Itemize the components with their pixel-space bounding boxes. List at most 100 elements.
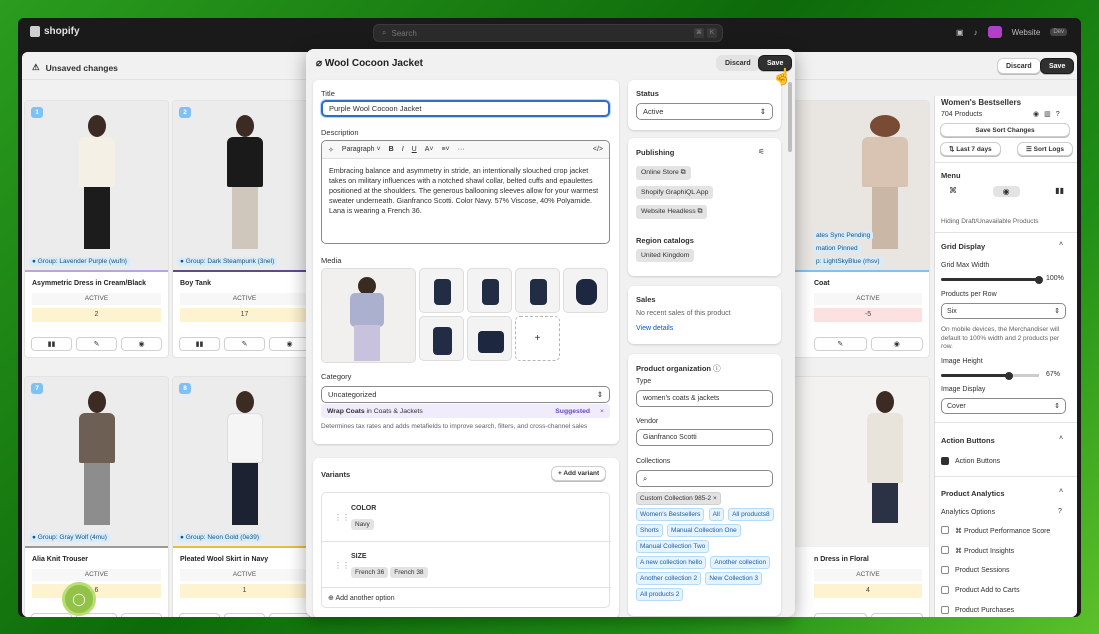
chevron-up-icon[interactable]: ˄ bbox=[1059, 241, 1063, 248]
underline-icon[interactable]: U bbox=[412, 146, 417, 153]
type-input[interactable]: women's coats & jackets bbox=[636, 390, 773, 407]
edit-icon[interactable]: ✎ bbox=[76, 337, 117, 351]
action-buttons-checkbox[interactable] bbox=[941, 457, 949, 465]
edit-icon[interactable]: ✎ bbox=[814, 613, 867, 617]
view-icon[interactable]: ◉ bbox=[121, 613, 162, 617]
collection-tag[interactable]: Custom Collection 985-2 × bbox=[636, 492, 721, 505]
collection-tag[interactable]: Another collection 2 bbox=[636, 572, 702, 585]
category-select[interactable]: Uncategorized ⇕ bbox=[321, 386, 610, 403]
collection-tag[interactable]: Shorts bbox=[636, 524, 663, 537]
italic-icon[interactable]: I bbox=[402, 146, 404, 153]
add-media-button[interactable]: + bbox=[515, 316, 560, 361]
analytics-icon[interactable]: ▮▮ bbox=[31, 613, 72, 617]
view-icon[interactable]: ◉ bbox=[121, 337, 162, 351]
info-icon[interactable]: ⓘ bbox=[713, 364, 721, 373]
media-thumbnail[interactable] bbox=[467, 316, 512, 361]
collection-tag[interactable]: Women's Bestsellers bbox=[636, 508, 705, 521]
category-suggestion[interactable]: Wrap Coats in Coats & Jackets Suggested … bbox=[321, 404, 610, 418]
product-card[interactable]: 8 ● Group: Neon Gold (0e39) Pleated Wool… bbox=[172, 376, 317, 617]
code-icon[interactable]: </> bbox=[593, 146, 603, 153]
store-name[interactable]: Website bbox=[1012, 28, 1041, 37]
add-variant-button[interactable]: + Add variant bbox=[551, 466, 607, 481]
collection-tag[interactable]: New Collection 3 bbox=[705, 572, 763, 585]
view-icon[interactable]: ◉ bbox=[269, 613, 310, 617]
edit-icon[interactable]: ✎ bbox=[814, 337, 867, 351]
analytics-icon[interactable]: ▮▮ bbox=[179, 613, 220, 617]
product-card[interactable]: 7 ● Group: Gray Wolf (4mu) Alia Knit Tro… bbox=[24, 376, 169, 617]
collection-tag[interactable]: All bbox=[708, 508, 724, 521]
dismiss-icon[interactable]: × bbox=[600, 408, 604, 415]
align-icon[interactable]: ≡˅ bbox=[441, 146, 449, 153]
product-card[interactable]: 1 ● Group: Lavender Purple (wufn) Asymme… bbox=[24, 100, 169, 358]
analytics-checkbox[interactable] bbox=[941, 606, 949, 614]
image-display-select[interactable]: Cover ⇕ bbox=[941, 398, 1066, 414]
edit-icon[interactable]: ✎ bbox=[224, 337, 265, 351]
magic-icon[interactable]: ✧ bbox=[328, 146, 334, 154]
text-color-icon[interactable]: A˅ bbox=[425, 146, 434, 153]
analytics-checkbox[interactable] bbox=[941, 526, 949, 534]
analytics-checkbox[interactable] bbox=[941, 546, 949, 554]
search-bar[interactable]: ⌕ Search ⌘ K bbox=[373, 24, 723, 42]
drag-handle-icon[interactable]: ⋮⋮ bbox=[334, 561, 350, 570]
drag-handle-icon[interactable]: ⋮⋮ bbox=[334, 513, 350, 522]
add-option-button[interactable]: ⊕ Add another option bbox=[328, 594, 395, 602]
collection-tag[interactable]: Manual Collection Two bbox=[636, 540, 710, 553]
collection-tag[interactable]: A new collection hello bbox=[636, 556, 707, 569]
media-main-image[interactable] bbox=[321, 268, 416, 363]
product-card[interactable]: n Dress in Floral ACTIVE 4 ✎◉ bbox=[782, 376, 930, 617]
media-thumbnail[interactable] bbox=[419, 268, 464, 313]
media-thumbnail[interactable] bbox=[515, 268, 560, 313]
chat-icon[interactable]: ◯ bbox=[62, 582, 96, 616]
collection-tag[interactable]: All products8 bbox=[728, 508, 774, 521]
image-height-slider[interactable] bbox=[941, 374, 1009, 377]
analytics-icon[interactable]: ▮▮ bbox=[31, 337, 72, 351]
eye-icon[interactable]: ◉ bbox=[992, 186, 1020, 197]
view-icon[interactable]: ◉ bbox=[870, 337, 923, 351]
chevron-up-icon[interactable]: ˄ bbox=[1059, 435, 1063, 442]
modal-discard-button[interactable]: Discard bbox=[716, 55, 760, 71]
slider-handle[interactable] bbox=[1005, 372, 1013, 380]
product-card[interactable]: ates Sync Pending mation Pinned p: Light… bbox=[782, 100, 930, 358]
view-icon[interactable]: ◉ bbox=[269, 337, 310, 351]
bold-icon[interactable]: B bbox=[389, 146, 394, 153]
sort-logs-button[interactable]: ☰ Sort Logs bbox=[1017, 142, 1073, 156]
last-7-days-button[interactable]: ⇅ Last 7 days bbox=[940, 142, 1001, 156]
media-thumbnail[interactable] bbox=[563, 268, 608, 313]
view-details-link[interactable]: View details bbox=[636, 325, 673, 332]
store-icon[interactable]: ▣ bbox=[956, 28, 964, 37]
analytics-icon[interactable]: ▮▮ bbox=[179, 337, 220, 351]
slider-handle[interactable] bbox=[1035, 276, 1043, 284]
product-card[interactable]: 2 ● Group: Dark Steampunk (3nel) Boy Tan… bbox=[172, 100, 317, 358]
save-button[interactable]: Save bbox=[1040, 58, 1075, 74]
help-icon[interactable]: ? bbox=[1058, 508, 1062, 515]
description-editor[interactable]: ✧ Paragraph ˅ B I U A˅ ≡˅ ··· </> Embrac… bbox=[321, 140, 610, 244]
per-row-select[interactable]: Six ⇕ bbox=[941, 303, 1066, 319]
vendor-input[interactable]: Gianfranco Scotti bbox=[636, 429, 773, 446]
save-sort-button[interactable]: Save Sort Changes bbox=[940, 123, 1070, 137]
discard-button[interactable]: Discard bbox=[997, 58, 1041, 74]
edit-icon[interactable]: ✎ bbox=[224, 613, 265, 617]
more-icon[interactable]: ··· bbox=[458, 146, 465, 153]
bell-icon[interactable]: ♪ bbox=[974, 28, 978, 37]
chart-icon[interactable]: ▮▮ bbox=[1055, 186, 1064, 197]
header-icons[interactable]: ◉▥? bbox=[1033, 110, 1065, 118]
collection-tag[interactable]: Another collection bbox=[710, 556, 771, 569]
status-select[interactable]: Active ⇕ bbox=[636, 103, 773, 120]
shopify-logo[interactable]: shopify bbox=[30, 26, 80, 37]
pin-icon[interactable]: ⌘ bbox=[949, 186, 957, 197]
collection-tag[interactable]: All products 2 bbox=[636, 588, 684, 601]
media-thumbnail[interactable] bbox=[419, 316, 464, 361]
view-icon[interactable]: ◉ bbox=[870, 613, 923, 617]
analytics-checkbox[interactable] bbox=[941, 586, 949, 594]
modal-scrollbar[interactable] bbox=[788, 82, 792, 152]
collections-search[interactable]: ⌕ bbox=[636, 470, 773, 487]
paragraph-select[interactable]: Paragraph ˅ bbox=[342, 146, 381, 153]
title-input[interactable]: Purple Wool Cocoon Jacket bbox=[321, 100, 610, 117]
collection-tag[interactable]: Manual Collection One bbox=[667, 524, 741, 537]
analytics-checkbox[interactable] bbox=[941, 566, 949, 574]
store-avatar[interactable] bbox=[987, 26, 1002, 38]
media-thumbnail[interactable] bbox=[467, 268, 512, 313]
chevron-up-icon[interactable]: ˄ bbox=[1059, 488, 1063, 495]
settings-icon[interactable]: ⚟ bbox=[758, 147, 765, 156]
grid-max-slider[interactable] bbox=[941, 278, 1039, 281]
